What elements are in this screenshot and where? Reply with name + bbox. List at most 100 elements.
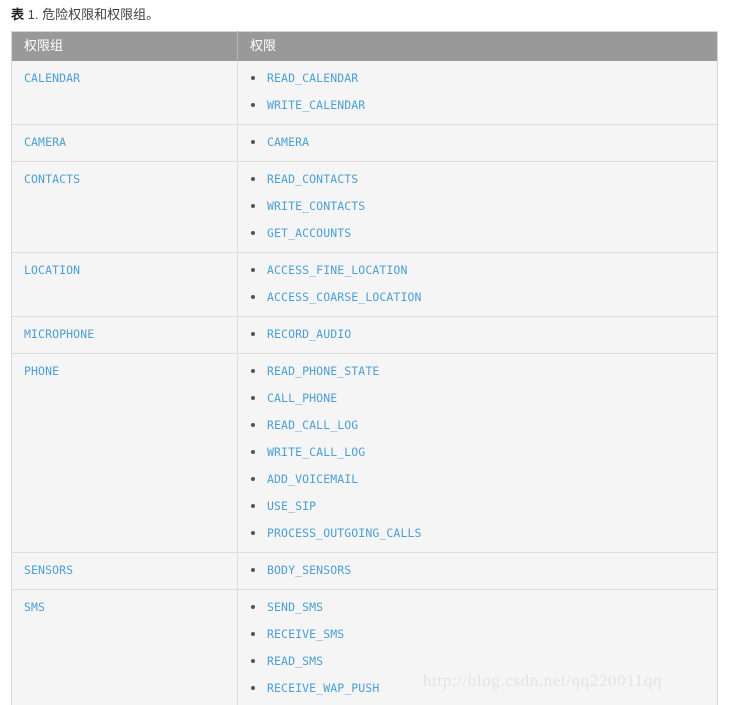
permission-list-item: READ_CALENDAR [238, 64, 717, 91]
permission-list: ACCESS_FINE_LOCATION ACCESS_COARSE_LOCATI… [238, 253, 717, 316]
permission-list: CAMERA [238, 125, 717, 161]
bullet-icon [251, 605, 255, 609]
permission-list-item: BODY_SENSORS [238, 556, 717, 583]
table-row: LOCATION ACCESS_FINE_LOCATION ACCESS_COARS… [11, 252, 718, 317]
table-row: SENSORS BODY_SENSORS [11, 552, 718, 590]
permission-group-cell: LOCATION [11, 252, 238, 317]
permission-group-link[interactable]: PHONE [24, 364, 59, 379]
permission-list: READ_CALENDAR WRITE_CALENDAR [238, 61, 717, 124]
permission-list-cell: ACCESS_FINE_LOCATION ACCESS_COARSE_LOCATI… [237, 252, 718, 317]
permission-link[interactable]: RECEIVE_SMS [267, 627, 344, 641]
permission-list-item: WRITE_CONTACTS [238, 192, 717, 219]
permission-group-wrapper: CONTACTS [12, 162, 237, 198]
permission-list-item: CALL_PHONE [238, 384, 717, 411]
permission-list: RECORD_AUDIO [238, 317, 717, 353]
permission-link[interactable]: ACCESS_COARSE_LOCATION [267, 290, 422, 304]
caption-number: 1. [27, 7, 39, 22]
permission-group-wrapper: CAMERA [12, 125, 237, 161]
bullet-icon [251, 450, 255, 454]
bullet-icon [251, 369, 255, 373]
bullet-icon [251, 295, 255, 299]
caption-label: 表 [11, 7, 25, 22]
permission-link[interactable]: READ_CALENDAR [267, 71, 358, 85]
bullet-icon [251, 632, 255, 636]
permission-group-cell: CONTACTS [11, 161, 238, 253]
permission-link[interactable]: ADD_VOICEMAIL [267, 472, 358, 486]
permission-group-link[interactable]: LOCATION [24, 263, 80, 278]
permission-group-link[interactable]: CALENDAR [24, 71, 80, 86]
permission-list-item: READ_PHONE_STATE [238, 357, 717, 384]
bullet-icon [251, 568, 255, 572]
permission-link[interactable]: BODY_SENSORS [267, 563, 351, 577]
permission-list-item: READ_CALL_LOG [238, 411, 717, 438]
permission-list-item: READ_CONTACTS [238, 165, 717, 192]
permission-group-cell: PHONE [11, 353, 238, 553]
permission-list-cell: READ_CALENDAR WRITE_CALENDAR [237, 61, 718, 125]
permission-list-item: GET_ACCOUNTS [238, 219, 717, 246]
permission-link[interactable]: CALL_PHONE [267, 391, 337, 405]
table-row: CALENDAR READ_CALENDAR WRITE_CALENDAR [11, 61, 718, 125]
permission-list: READ_PHONE_STATE CALL_PHONE READ_CALL_LOG W… [238, 354, 717, 552]
permission-group-cell: SENSORS [11, 552, 238, 590]
permission-list-item: USE_SIP [238, 492, 717, 519]
permission-link[interactable]: PROCESS_OUTGOING_CALLS [267, 526, 422, 540]
bullet-icon [251, 531, 255, 535]
caption-text: 危险权限和权限组。 [42, 7, 160, 22]
permission-link[interactable]: READ_SMS [267, 654, 323, 668]
permission-group-link[interactable]: CONTACTS [24, 172, 80, 187]
table-row: CONTACTS READ_CONTACTS WRITE_CONTACTS GET_A… [11, 161, 718, 253]
permission-group-cell: SMS [11, 589, 238, 705]
bullet-icon [251, 423, 255, 427]
bullet-icon [251, 659, 255, 663]
permission-group-wrapper: SMS [12, 590, 237, 626]
permission-group-cell: MICROPHONE [11, 316, 238, 354]
permission-list-item: PROCESS_OUTGOING_CALLS [238, 519, 717, 546]
permission-group-wrapper: PHONE [12, 354, 237, 390]
permission-link[interactable]: RECEIVE_WAP_PUSH [267, 681, 379, 695]
permission-group-cell: CALENDAR [11, 61, 238, 125]
permission-list-item: READ_SMS [238, 647, 717, 674]
table-row: PHONE READ_PHONE_STATE CALL_PHONE READ_CALL… [11, 353, 718, 553]
permission-link[interactable]: USE_SIP [267, 499, 316, 513]
permission-group-wrapper: MICROPHONE [12, 317, 237, 353]
bullet-icon [251, 231, 255, 235]
permission-group-link[interactable]: SENSORS [24, 563, 73, 578]
permission-group-link[interactable]: MICROPHONE [24, 327, 94, 342]
table-row: CAMERA CAMERA [11, 124, 718, 162]
permission-group-cell: CAMERA [11, 124, 238, 162]
bullet-icon [251, 332, 255, 336]
permission-list: SEND_SMS RECEIVE_SMS READ_SMS RECEIVE_WAP_P… [238, 590, 717, 705]
bullet-icon [251, 140, 255, 144]
permission-link[interactable]: READ_PHONE_STATE [267, 364, 379, 378]
page-root: 表 1. 危险权限和权限组。 权限组 权限 CALENDAR READ_CALEN… [0, 0, 737, 705]
permission-link[interactable]: WRITE_CALENDAR [267, 98, 365, 112]
permission-link[interactable]: READ_CALL_LOG [267, 418, 358, 432]
permission-list-cell: CAMERA [237, 124, 718, 162]
permission-link[interactable]: SEND_SMS [267, 600, 323, 614]
permission-link[interactable]: RECORD_AUDIO [267, 327, 351, 341]
permission-list-item: ACCESS_COARSE_LOCATION [238, 283, 717, 310]
permission-list-item: WRITE_CALL_LOG [238, 438, 717, 465]
permission-group-wrapper: CALENDAR [12, 61, 237, 97]
permission-group-wrapper: SENSORS [12, 553, 237, 589]
permission-list-item: SEND_SMS [238, 593, 717, 620]
bullet-icon [251, 204, 255, 208]
permission-link[interactable]: WRITE_CALL_LOG [267, 445, 365, 459]
permission-link[interactable]: CAMERA [267, 135, 309, 149]
table-row: SMS SEND_SMS RECEIVE_SMS READ_SMS RECEIVE_WA… [11, 589, 718, 705]
permission-link[interactable]: GET_ACCOUNTS [267, 226, 351, 240]
permission-group-link[interactable]: SMS [24, 600, 45, 615]
permission-group-link[interactable]: CAMERA [24, 135, 66, 150]
permission-list-cell: SEND_SMS RECEIVE_SMS READ_SMS RECEIVE_WAP_P… [237, 589, 718, 705]
permission-group-wrapper: LOCATION [12, 253, 237, 289]
column-header-permission: 权限 [237, 31, 718, 61]
permission-list-item: RECEIVE_WAP_PUSH [238, 674, 717, 701]
table-head: 权限组 权限 [11, 31, 718, 61]
permission-link[interactable]: WRITE_CONTACTS [267, 199, 365, 213]
table-header-row: 权限组 权限 [11, 31, 718, 61]
permission-list-item: RECEIVE_SMS [238, 620, 717, 647]
bullet-icon [251, 504, 255, 508]
permission-link[interactable]: READ_CONTACTS [267, 172, 358, 186]
permission-link[interactable]: ACCESS_FINE_LOCATION [267, 263, 407, 277]
permission-list-item: ACCESS_FINE_LOCATION [238, 256, 717, 283]
